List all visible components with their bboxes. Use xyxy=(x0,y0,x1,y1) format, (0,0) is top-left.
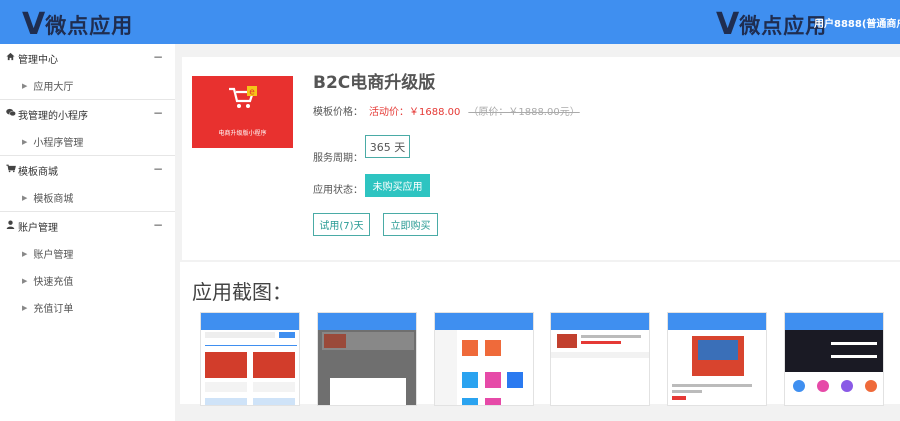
top-bar: V 微点应用 V 微点应用 用户8888(普通商户)▾ xyxy=(0,0,900,44)
screenshot-body xyxy=(785,330,883,405)
sidebar-item-app-hall[interactable]: ▶ 应用大厅 xyxy=(0,72,175,99)
sidebar-group-account[interactable]: 账户管理 − xyxy=(0,212,175,240)
phone-nav-bar xyxy=(785,319,883,330)
sidebar-group-label: 账户管理 xyxy=(18,222,58,234)
user-name: 用户8888(普通商户) xyxy=(814,19,900,30)
sidebar-item-quick-recharge[interactable]: ▶ 快速充值 xyxy=(0,267,175,294)
phone-nav-bar xyxy=(435,319,533,330)
app-screenshot[interactable] xyxy=(667,312,767,406)
collapse-icon[interactable]: − xyxy=(153,162,163,176)
svg-text:e: e xyxy=(249,88,255,98)
sidebar-item-account-management[interactable]: ▶ 账户管理 xyxy=(0,240,175,267)
app-screenshot[interactable] xyxy=(784,312,884,406)
bullet-icon: ▶ xyxy=(22,81,28,90)
sidebar-group-label: 我管理的小程序 xyxy=(18,110,88,122)
header-logo: V 微点应用 xyxy=(716,7,827,42)
trial-button[interactable]: 试用(7)天 xyxy=(313,213,370,236)
brand-logo[interactable]: V 微点应用 xyxy=(22,7,133,42)
status-button[interactable]: 未购买应用 xyxy=(365,174,430,197)
main-content: e 电商升级版小程序 B2C电商升级版 模板价格： 活动价：￥1688.00 （原价… xyxy=(180,44,900,421)
sidebar-group-my-miniprograms[interactable]: 我管理的小程序 − xyxy=(0,100,175,128)
bullet-icon: ▶ xyxy=(22,193,28,202)
collapse-icon[interactable]: − xyxy=(153,50,163,64)
cart-icon xyxy=(6,164,18,176)
sidebar-item-label: 应用大厅 xyxy=(33,82,74,93)
sidebar-item-recharge-orders[interactable]: ▶ 充值订单 xyxy=(0,294,175,321)
price-label: 模板价格： xyxy=(313,107,363,118)
bullet-icon: ▶ xyxy=(22,249,28,258)
screenshot-body xyxy=(551,330,649,405)
phone-nav-bar xyxy=(668,319,766,330)
user-icon xyxy=(6,220,18,232)
sidebar-group-label: 模板商城 xyxy=(18,166,58,178)
screenshots-section: 应用截图： xyxy=(180,262,900,406)
collapse-icon[interactable]: − xyxy=(153,218,163,232)
screenshot-body xyxy=(435,330,533,405)
app-screenshot[interactable] xyxy=(200,312,300,406)
thumbnail-caption: 电商升级版小程序 xyxy=(218,130,267,137)
original-price: （原价：￥1888.00元） xyxy=(468,107,580,118)
logo-text: 微点应用 xyxy=(45,13,134,38)
product-title: B2C电商升级版 xyxy=(313,73,436,93)
bullet-icon: ▶ xyxy=(22,303,28,312)
period-label: 服务周期： xyxy=(313,153,363,164)
phone-nav-bar xyxy=(551,319,649,330)
product-thumbnail: e 电商升级版小程序 xyxy=(192,76,293,148)
buy-now-button[interactable]: 立即购买 xyxy=(383,213,438,236)
screenshot-body xyxy=(318,330,416,405)
phone-nav-bar xyxy=(201,319,299,330)
screenshots-title: 应用截图： xyxy=(192,280,292,304)
app-screenshot[interactable] xyxy=(550,312,650,406)
wechat-icon xyxy=(6,108,18,120)
home-icon xyxy=(6,52,18,64)
sale-price: 活动价：￥1688.00 xyxy=(369,107,461,118)
bullet-icon: ▶ xyxy=(22,276,28,285)
logo-mark: V xyxy=(22,7,45,42)
price-row: 模板价格： 活动价：￥1688.00 （原价：￥1888.00元） xyxy=(313,103,580,118)
sidebar: 管理中心 − ▶ 应用大厅 我管理的小程序 − ▶ 小程序管理 模板商城 − ▶… xyxy=(0,44,175,421)
sidebar-group-admin-center[interactable]: 管理中心 − xyxy=(0,44,175,72)
period-value: 365 天 xyxy=(365,135,410,158)
sidebar-group-template-mall[interactable]: 模板商城 − xyxy=(0,156,175,184)
sidebar-item-label: 充值订单 xyxy=(33,304,74,315)
sidebar-group-label: 管理中心 xyxy=(18,54,58,66)
sidebar-item-label: 模板商城 xyxy=(33,194,74,205)
logo-mark: V xyxy=(716,7,739,42)
sidebar-item-template-mall[interactable]: ▶ 模板商城 xyxy=(0,184,175,211)
sidebar-item-label: 小程序管理 xyxy=(33,138,84,149)
app-screenshot[interactable] xyxy=(317,312,417,406)
screenshot-body xyxy=(668,330,766,405)
sidebar-item-label: 账户管理 xyxy=(33,250,74,261)
status-label: 应用状态： xyxy=(313,185,363,196)
product-card: e 电商升级版小程序 B2C电商升级版 模板价格： 活动价：￥1688.00 （原价… xyxy=(182,57,900,260)
user-menu[interactable]: 用户8888(普通商户)▾ xyxy=(814,15,900,30)
phone-nav-bar xyxy=(318,319,416,330)
screenshot-body xyxy=(201,330,299,405)
collapse-icon[interactable]: − xyxy=(153,106,163,120)
bullet-icon: ▶ xyxy=(22,137,28,146)
sidebar-item-label: 快速充值 xyxy=(33,277,74,288)
shopping-cart-icon: e xyxy=(229,86,257,108)
sidebar-item-miniprogram-management[interactable]: ▶ 小程序管理 xyxy=(0,128,175,155)
app-screenshot[interactable] xyxy=(434,312,534,406)
